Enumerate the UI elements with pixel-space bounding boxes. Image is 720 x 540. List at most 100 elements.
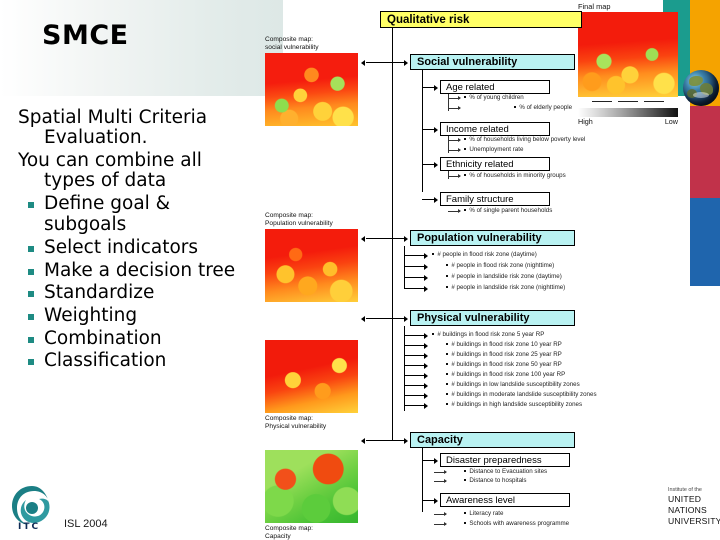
unu-credit-line-2: UNIVERSITY <box>668 515 720 526</box>
tree-leaf-label: % of elderly people <box>519 104 573 111</box>
tree-leaf: # buildings in flood risk zone 50 year R… <box>446 361 562 368</box>
list-item: Combination <box>18 328 280 350</box>
arrow-icon <box>404 59 408 66</box>
tree-leaf: # buildings in flood risk zone 5 year RP <box>432 331 544 338</box>
tree-leaf-label: Schools with awareness programme <box>469 520 570 527</box>
tree-node-physical-vulnerability[interactable]: Physical vulnerability <box>410 310 575 326</box>
arrow-icon <box>434 497 438 504</box>
tree-leaf: # buildings in moderate landslide suscep… <box>446 391 597 398</box>
tree-node-family-structure-label: Family structure <box>446 193 514 205</box>
square-bullet-icon <box>28 202 34 209</box>
list-item-label-2: subgoals <box>44 214 127 236</box>
map-caption: Composite map: Capacity <box>265 525 375 540</box>
tree-leaf-label: % of young children <box>469 94 524 101</box>
arrow-icon <box>424 342 428 349</box>
list-item-label: Weighting <box>44 304 138 326</box>
tree-leaf: % of households in minority groups <box>464 172 566 179</box>
list-item-label: Make a decision tree <box>44 259 236 281</box>
arrow-icon <box>404 235 408 242</box>
square-bullet-icon <box>28 291 34 298</box>
arrow-icon <box>424 263 428 270</box>
tree-leaf-label: # people in landslide risk zone (nightti… <box>451 284 566 291</box>
arrow-icon <box>361 437 365 444</box>
arrow-icon <box>458 105 461 110</box>
capacity-spine <box>422 448 424 512</box>
list-item: Classification <box>18 351 280 372</box>
goal-spine <box>392 28 394 440</box>
paragraph-1: Spatial Multi Criteria Evaluation. <box>18 107 280 149</box>
map-thumbnail <box>265 53 358 127</box>
map-caption-line-2: Physical vulnerability <box>265 423 327 431</box>
itc-logo-wordmark: ITC <box>18 522 41 532</box>
arrow-icon <box>424 382 428 389</box>
arrow-icon <box>404 437 408 444</box>
square-bullet-icon <box>28 313 34 320</box>
arrow-icon <box>434 196 438 203</box>
map-thumbnail <box>265 340 358 413</box>
arrow-icon <box>434 84 438 91</box>
tree-node-capacity-label: Capacity <box>417 434 463 446</box>
tree-node-goal-label: Qualitative risk <box>387 13 470 26</box>
tree-leaf-label: # buildings in flood risk zone 10 year R… <box>451 341 562 348</box>
map-caption: Composite map: social vulnerability <box>265 36 375 52</box>
tree-node-population-vulnerability[interactable]: Population vulnerability <box>410 230 575 246</box>
arrow-icon <box>458 208 461 213</box>
tree-leaf-label: # people in landslide risk zone (daytime… <box>451 273 562 280</box>
decoration-bar-red <box>690 106 720 198</box>
tree-leaf-label: % of households in minority groups <box>469 172 566 179</box>
tree-leaf: Schools with awareness programme <box>464 520 570 527</box>
composite-map-physical: Composite map: Physical vulnerability <box>265 340 375 432</box>
tree-node-capacity[interactable]: Capacity <box>410 432 575 448</box>
tree-node-ethnicity-related[interactable]: Ethnicity related <box>440 157 550 171</box>
arrow-icon <box>424 372 428 379</box>
map-link <box>366 62 392 64</box>
arrow-icon <box>424 352 428 359</box>
map-caption-line-2: Capacity <box>265 533 291 540</box>
bullet-list: Define goal & subgoals Select indicators … <box>18 194 280 372</box>
unu-credit-line-1: UNITED NATIONS <box>668 494 707 516</box>
tree-node-goal[interactable]: Qualitative risk <box>380 11 582 28</box>
arrow-icon <box>404 315 408 322</box>
tree-node-disaster-preparedness[interactable]: Disaster preparedness <box>440 453 570 467</box>
tree-leaf-label: # buildings in flood risk zone 50 year R… <box>451 361 562 368</box>
tree-node-age-related[interactable]: Age related <box>440 80 550 94</box>
tree-leaf: # buildings in flood risk zone 100 year … <box>446 371 565 378</box>
tree-leaf-label: Distance to Evacuation sites <box>469 468 548 475</box>
tree-node-income-related[interactable]: Income related <box>440 122 550 136</box>
tree-leaf-label: Distance to hospitals <box>469 477 527 484</box>
unu-credit-small: Institute of the <box>668 487 702 493</box>
arrow-icon <box>424 332 428 339</box>
tree-node-social-vulnerability[interactable]: Social vulnerability <box>410 54 575 70</box>
map-caption-line-2: Population vulnerability <box>265 220 333 228</box>
tree-node-social-vulnerability-label: Social vulnerability <box>417 56 518 68</box>
arrow-icon <box>361 235 365 242</box>
tree-node-awareness-level[interactable]: Awareness level <box>440 493 570 507</box>
list-item-label: Select indicators <box>44 236 199 258</box>
tree-node-family-structure[interactable]: Family structure <box>440 192 550 206</box>
list-item: Define goal & subgoals <box>18 194 280 235</box>
tree-node-physical-vulnerability-label: Physical vulnerability <box>417 312 530 324</box>
tree-node-disaster-preparedness-label: Disaster preparedness <box>446 454 542 466</box>
list-item: Make a decision tree <box>18 259 280 282</box>
arrow-icon <box>361 59 365 66</box>
square-bullet-icon <box>28 359 34 366</box>
map-caption-line-2: social vulnerability <box>265 44 319 52</box>
decoration-bar-blue <box>690 198 720 286</box>
tree-leaf: Distance to hospitals <box>464 477 527 484</box>
tree-leaf: % of elderly people <box>514 104 573 111</box>
arrow-icon <box>424 274 428 281</box>
tree-leaf: % of young children <box>464 94 524 101</box>
arrow-icon <box>458 137 461 142</box>
map-link <box>366 440 392 442</box>
map-caption: Composite map: Population vulnerability <box>265 212 375 228</box>
list-item-label: Classification <box>44 350 167 372</box>
tree-leaf-label: % of single parent households <box>469 207 553 214</box>
tree-leaf: # people in flood risk zone (daytime) <box>432 251 537 258</box>
tree-leaf: Distance to Evacuation sites <box>464 468 548 475</box>
arrow-icon <box>434 161 438 168</box>
arrow-icon <box>424 362 428 369</box>
tree-leaf-label: # people in flood risk zone (daytime) <box>437 251 537 258</box>
arrow-icon <box>458 173 461 178</box>
tree-leaf-label: Literacy rate <box>469 510 504 517</box>
tree-leaf-label: # buildings in high landslide susceptibi… <box>451 401 583 408</box>
